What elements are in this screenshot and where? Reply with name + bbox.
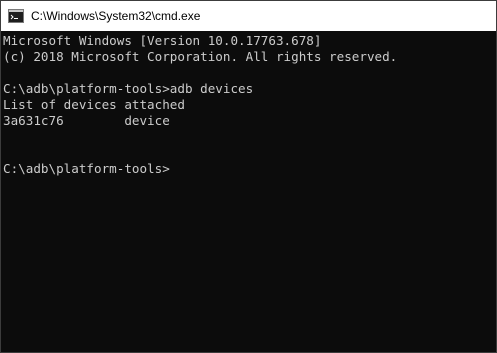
command-prompt[interactable]: C:\adb\platform-tools>: [3, 161, 496, 177]
console-output[interactable]: Microsoft Windows [Version 10.0.17763.67…: [1, 31, 496, 352]
console-line: 3a631c76 device: [3, 113, 170, 128]
window-title: C:\Windows\System32\cmd.exe: [31, 9, 201, 23]
title-bar[interactable]: C:\Windows\System32\cmd.exe: [1, 1, 496, 31]
console-line: (c) 2018 Microsoft Corporation. All righ…: [3, 49, 398, 64]
console-line: Microsoft Windows [Version 10.0.17763.67…: [3, 33, 322, 48]
console-line: List of devices attached: [3, 97, 185, 112]
console-line: C:\adb\platform-tools>adb devices: [3, 81, 254, 96]
cmd-window: C:\Windows\System32\cmd.exe Microsoft Wi…: [0, 0, 497, 353]
console-icon: [8, 9, 24, 23]
